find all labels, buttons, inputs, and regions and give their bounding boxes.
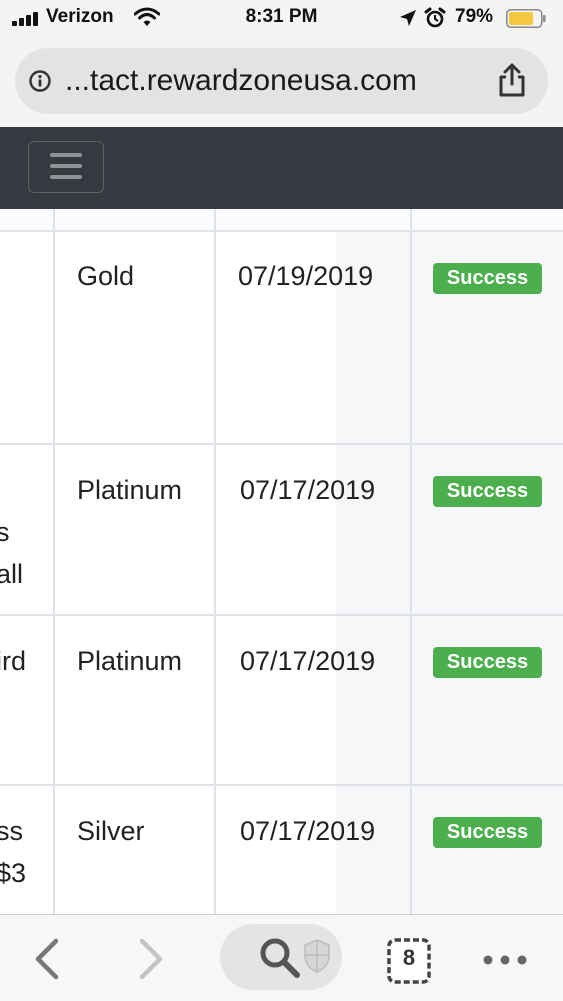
url-text[interactable]: ...tact.rewardzoneusa.com — [65, 63, 495, 99]
column-divider — [410, 209, 412, 914]
location-arrow-icon — [400, 10, 416, 26]
status-badge: Success — [433, 647, 542, 678]
description-cell-fragment: $3 — [0, 858, 27, 888]
browser-toolbar: 8 — [0, 914, 563, 1001]
alarm-clock-icon — [424, 7, 446, 28]
more-icon[interactable] — [480, 945, 530, 975]
back-arrow-icon[interactable] — [30, 937, 64, 981]
status-badge: Success — [433, 476, 542, 507]
date-cell: 07/17/2019 — [240, 646, 376, 676]
date-cell: 07/19/2019 — [238, 261, 374, 291]
table-header-strip — [0, 209, 563, 230]
tab-count: 8 — [402, 945, 416, 970]
row-divider — [0, 230, 563, 232]
battery-icon — [506, 9, 546, 28]
tier-cell: Silver — [77, 816, 145, 846]
battery-percentage: 79% — [455, 6, 494, 27]
description-cell-fragment: ird — [0, 646, 27, 676]
description-cell-fragment: s — [0, 517, 10, 547]
search-icon — [260, 938, 300, 978]
rewards-table: Gold 07/19/2019 Success s all Platinum 0… — [0, 209, 563, 914]
tabs-button[interactable]: 8 — [386, 937, 432, 985]
hamburger-menu-button[interactable] — [28, 141, 104, 193]
column-divider — [214, 209, 216, 914]
tier-cell: Platinum — [77, 475, 183, 505]
status-badge: Success — [433, 263, 542, 294]
status-badge: Success — [433, 817, 542, 848]
row-divider — [0, 784, 563, 786]
tier-cell: Gold — [77, 261, 135, 291]
shield-icon — [304, 939, 330, 973]
hamburger-icon-bar — [50, 164, 82, 168]
date-cell: 07/17/2019 — [240, 816, 376, 846]
forward-arrow-icon[interactable] — [134, 937, 168, 981]
hamburger-icon — [50, 153, 82, 157]
description-cell-fragment: ss — [0, 816, 23, 846]
share-icon[interactable] — [497, 62, 527, 98]
site-navbar — [0, 127, 563, 209]
address-bar[interactable]: ...tact.rewardzoneusa.com — [15, 48, 548, 114]
tier-cell: Platinum — [77, 646, 183, 676]
hamburger-icon-bar — [50, 175, 82, 179]
search-button[interactable] — [220, 924, 342, 990]
row-divider — [0, 614, 563, 616]
date-cell: 07/17/2019 — [240, 475, 376, 505]
column-divider — [53, 209, 55, 914]
row-divider — [0, 443, 563, 445]
status-column-bg — [336, 209, 563, 914]
status-bar: Verizon 8:31 PM 79% — [0, 0, 563, 38]
description-cell-fragment: all — [0, 559, 24, 589]
info-icon[interactable] — [29, 70, 51, 92]
